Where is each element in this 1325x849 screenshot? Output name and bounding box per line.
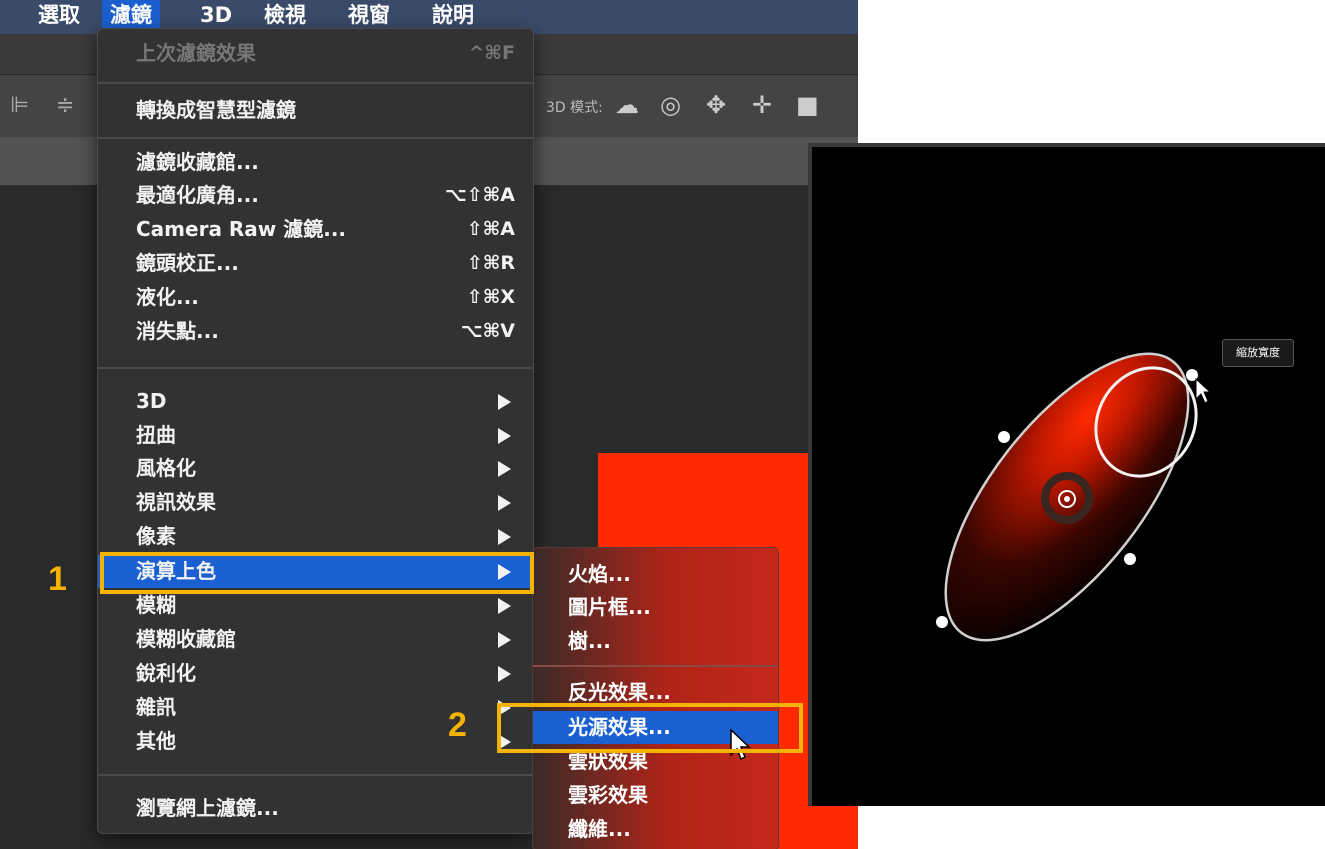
menu-item-label: 圖片框...: [568, 595, 651, 619]
menu-item-label: 扭曲: [136, 423, 176, 447]
menu-item-label: 火焰...: [568, 562, 631, 586]
menu-item-shortcut: ⇧⌘A: [466, 218, 515, 240]
align-left-icon[interactable]: ⊫: [10, 93, 29, 118]
menu-item-label: 最適化廣角...: [136, 183, 259, 207]
menu-item-label: 液化...: [136, 285, 199, 309]
menu-item-browse-online[interactable]: 瀏覽網上濾鏡...: [98, 792, 533, 825]
menu-select[interactable]: 選取: [30, 0, 88, 34]
menu-item-label: 瀏覽網上濾鏡...: [136, 796, 279, 820]
highlight-box-step1: [100, 552, 534, 594]
menu-item-noise[interactable]: 雜訊: [98, 691, 533, 724]
menu-divider: [533, 665, 778, 667]
highlight-box-step2: [497, 703, 803, 753]
menu-divider: [98, 367, 533, 369]
3d-camera-icon[interactable]: ■: [796, 91, 819, 119]
menu-item-shortcut: ^⌘F: [468, 42, 515, 64]
mouse-cursor-icon: [1195, 377, 1212, 404]
submenu-arrow-icon: [498, 598, 511, 614]
light-gizmo: [936, 352, 1212, 642]
menu-item-label: 樹...: [568, 629, 611, 653]
menu-item-lens-correction[interactable]: 鏡頭校正... ⇧⌘R: [98, 247, 533, 280]
submenu-item-fibers[interactable]: 纖維...: [533, 813, 778, 846]
submenu-item-flame[interactable]: 火焰...: [533, 558, 778, 591]
menu-item-label: Camera Raw 濾鏡...: [136, 217, 347, 241]
menu-item-sharpen[interactable]: 銳利化: [98, 657, 533, 690]
photoshop-screenshot: 選取 濾鏡 3D 檢視 視窗 說明 ⊫ ≑ 3D 模式: ☁ ◎ ✥ ✛ ■ 上…: [0, 0, 858, 849]
menu-item-label: 轉換成智慧型濾鏡: [136, 98, 296, 122]
tooltip-scale-width: 縮放寬度: [1222, 339, 1294, 367]
menu-item-3d[interactable]: 3D: [98, 385, 533, 418]
menu-item-liquify[interactable]: 液化... ⇧⌘X: [98, 281, 533, 314]
light-center-dot: [1064, 496, 1070, 502]
3d-slide-icon[interactable]: ✛: [752, 91, 772, 119]
menu-item-label: 纖維...: [568, 817, 631, 841]
3d-drag-icon[interactable]: ✥: [706, 91, 726, 119]
menu-item-filter-gallery[interactable]: 濾鏡收藏館...: [98, 146, 533, 179]
align-center-icon[interactable]: ≑: [56, 93, 74, 118]
submenu-arrow-icon: [498, 394, 511, 410]
menu-item-shortcut: ⇧⌘R: [466, 252, 515, 274]
submenu-arrow-icon: [498, 529, 511, 545]
3d-mode-label: 3D 模式:: [546, 100, 603, 116]
handle-left[interactable]: [998, 431, 1010, 443]
menu-item-camera-raw[interactable]: Camera Raw 濾鏡... ⇧⌘A: [98, 213, 533, 246]
menu-item-label: 3D: [136, 389, 167, 413]
menu-item-vanishing-point[interactable]: 消失點... ⌥⌘V: [98, 315, 533, 348]
menu-item-shortcut: ⌥⌘V: [460, 320, 515, 342]
menu-item-blur-gallery[interactable]: 模糊收藏館: [98, 623, 533, 656]
menu-item-adaptive-wide-angle[interactable]: 最適化廣角... ⌥⇧⌘A: [98, 179, 533, 212]
submenu-arrow-icon: [498, 666, 511, 682]
submenu-item-tree[interactable]: 樹...: [533, 625, 778, 658]
menu-item-label: 像素: [136, 524, 176, 548]
callout-step2: 2: [448, 706, 467, 744]
menu-item-label: 鏡頭校正...: [136, 251, 239, 275]
menu-item-pixelate[interactable]: 像素: [98, 520, 533, 553]
menu-item-convert-smart-filter[interactable]: 轉換成智慧型濾鏡: [98, 94, 533, 127]
menu-item-label: 消失點...: [136, 319, 219, 343]
handle-bottom[interactable]: [936, 616, 948, 628]
submenu-item-picture-frame[interactable]: 圖片框...: [533, 591, 778, 624]
menu-item-distort[interactable]: 扭曲: [98, 419, 533, 452]
3d-roll-icon[interactable]: ◎: [660, 91, 681, 119]
menu-item-label: 其他: [136, 729, 176, 753]
menu-divider: [98, 774, 533, 776]
filter-menu: 上次濾鏡效果 ^⌘F 轉換成智慧型濾鏡 濾鏡收藏館... 最適化廣角... ⌥⇧…: [97, 28, 534, 834]
submenu-arrow-icon: [498, 495, 511, 511]
menu-item-label: 銳利化: [136, 661, 196, 685]
lighting-effects-preview: 縮放寬度: [808, 143, 1325, 806]
menu-item-stylize[interactable]: 風格化: [98, 452, 533, 485]
submenu-arrow-icon: [498, 461, 511, 477]
menu-item-label: 雜訊: [136, 695, 176, 719]
callout-step1: 1: [48, 560, 67, 598]
menu-item-label: 雲彩效果: [568, 783, 648, 807]
3d-orbit-icon[interactable]: ☁: [615, 91, 639, 119]
submenu-arrow-icon: [498, 428, 511, 444]
submenu-item-difference-clouds[interactable]: 雲彩效果: [533, 779, 778, 812]
menu-item-other[interactable]: 其他: [98, 725, 533, 758]
menu-item-shortcut: ⌥⇧⌘A: [444, 184, 515, 206]
menu-item-label: 風格化: [136, 456, 196, 480]
menu-item-video[interactable]: 視訊效果: [98, 486, 533, 519]
menu-divider: [98, 82, 533, 84]
menu-item-label: 視訊效果: [136, 490, 216, 514]
menu-divider: [98, 137, 533, 139]
render-submenu: 火焰... 圖片框... 樹... 反光效果... 光源效果... 雲狀效果 雲…: [532, 547, 779, 849]
menu-item-label: 上次濾鏡效果: [136, 41, 256, 65]
handle-right[interactable]: [1124, 553, 1136, 565]
menu-item-label: 濾鏡收藏館...: [136, 150, 259, 174]
menu-item-shortcut: ⇧⌘X: [466, 286, 515, 308]
menu-item-last-filter: 上次濾鏡效果 ^⌘F: [98, 37, 533, 70]
submenu-arrow-icon: [498, 632, 511, 648]
menu-item-label: 模糊收藏館: [136, 627, 236, 651]
